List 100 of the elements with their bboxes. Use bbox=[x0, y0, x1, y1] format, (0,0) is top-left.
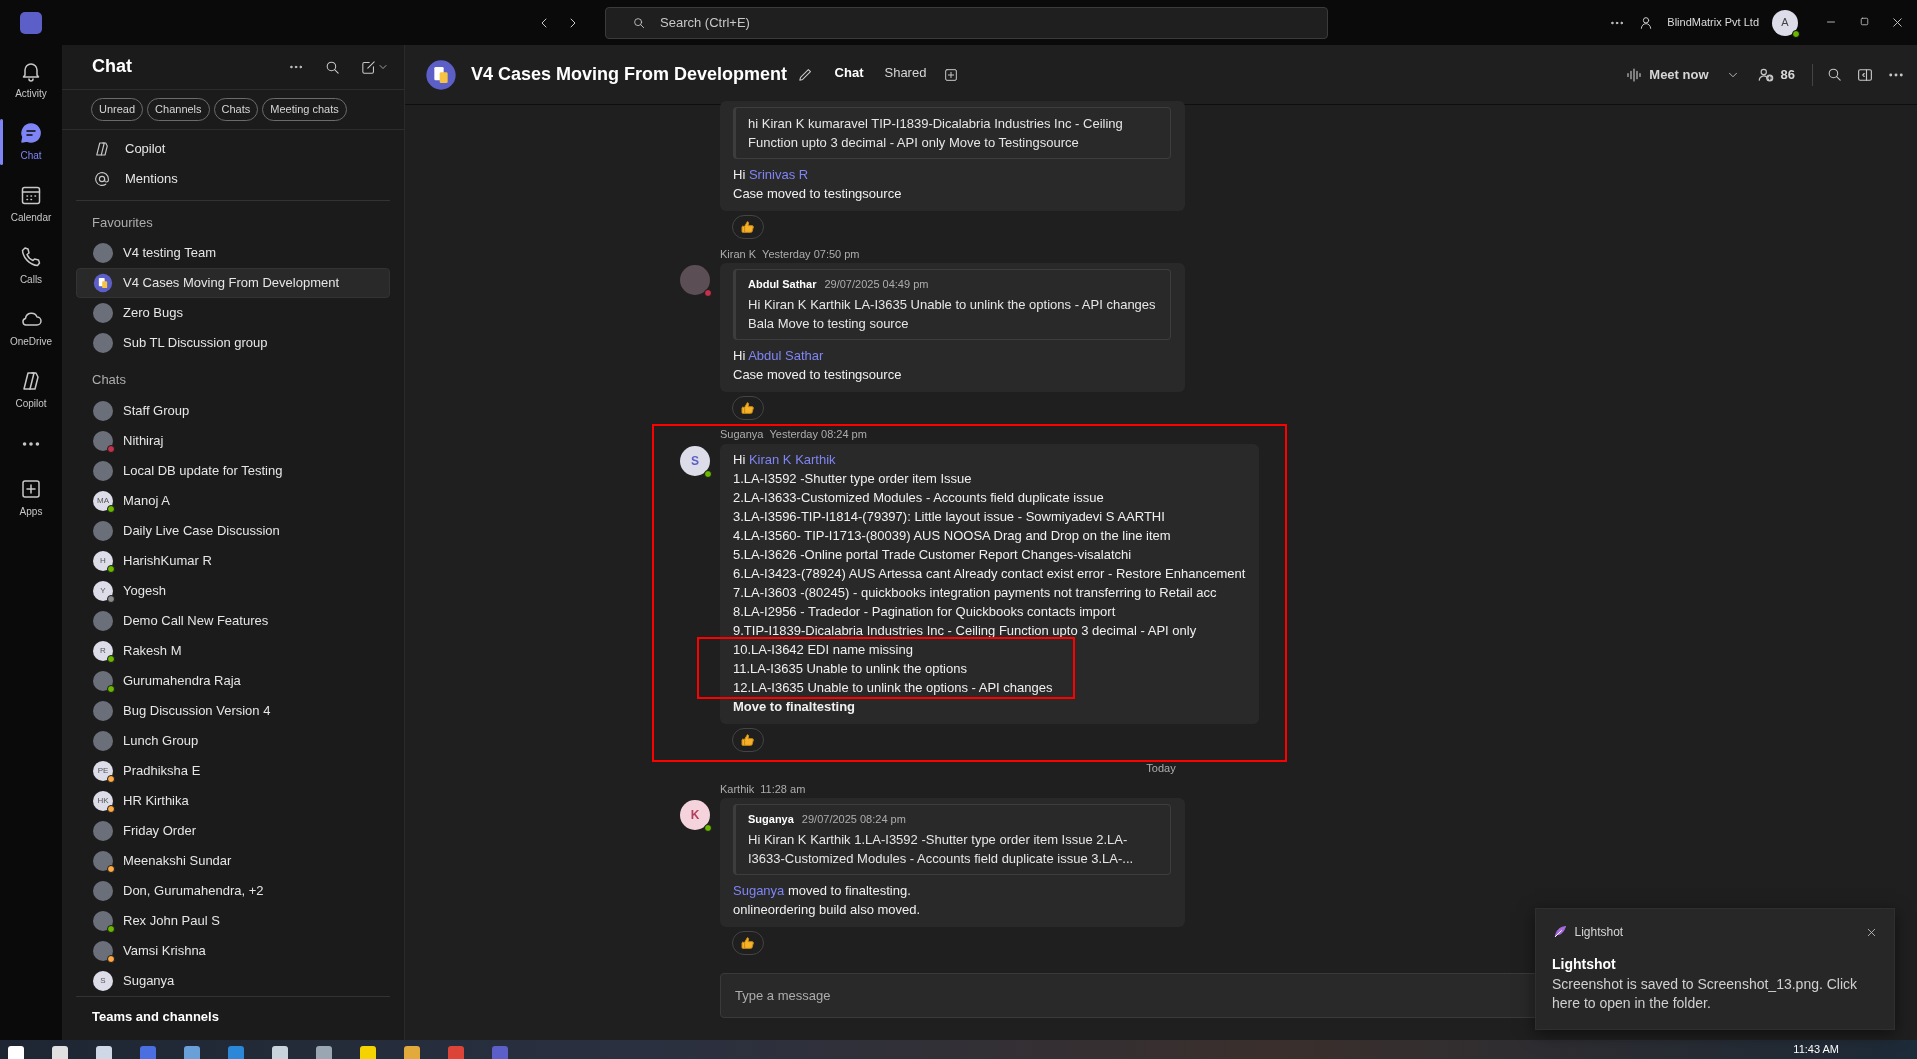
chat-list-item[interactable]: Vamsi Krishna bbox=[76, 935, 390, 966]
taskbar-app-icon[interactable] bbox=[360, 1045, 376, 1059]
chat-list-item[interactable]: Nithiraj bbox=[76, 425, 390, 456]
chat-list-item[interactable]: Rex John Paul S bbox=[76, 905, 390, 936]
message-text: 4.LA-I3560- TIP-I1713-(80039) AUS NOOSA Drag and Drop on the line item bbox=[733, 526, 1172, 545]
sidebar-item[interactable]: Mentions bbox=[76, 163, 390, 194]
chat-list-item[interactable]: V4 Cases Moving From Development bbox=[76, 268, 390, 298]
taskbar-app-icon[interactable] bbox=[272, 1045, 288, 1059]
teams-logo-icon bbox=[20, 11, 42, 34]
sidebar-title: Chat bbox=[92, 56, 133, 78]
quote-text: hi Kiran K kumaravel TIP-I1839-Dicalabria Industries Inc - Ceiling Function upto 3 decimal - API only Move to Testingsource bbox=[748, 115, 1124, 152]
chat-list-item[interactable]: Staff Group bbox=[76, 395, 390, 426]
message-text: 9.TIP-I1839-Dicalabria Industries Inc - Ceiling Function upto 3 decimal - API only bbox=[733, 621, 1198, 640]
chat-list-item[interactable]: Demo Call New Features bbox=[76, 605, 390, 636]
reaction-button[interactable] bbox=[732, 395, 764, 420]
rail-icon bbox=[19, 477, 43, 501]
chat-list-item[interactable]: Lunch Group bbox=[76, 725, 390, 756]
message-text: Case moved to testingsource bbox=[733, 365, 903, 384]
sidebar-item[interactable]: Copilot bbox=[76, 133, 390, 164]
thumbs-up-icon bbox=[740, 399, 756, 416]
at-sign-icon bbox=[93, 169, 111, 188]
chat-list-item[interactable]: V4 testing Team bbox=[76, 238, 390, 268]
chat-list-item[interactable]: Sub TL Discussion group bbox=[76, 328, 390, 358]
meet-now-button[interactable]: Meet now bbox=[1621, 60, 1713, 89]
chat-list-item[interactable]: HK HR Kirthika bbox=[76, 785, 390, 816]
chat-list-item[interactable]: Gurumahendra Raja bbox=[76, 665, 390, 696]
reaction-button[interactable] bbox=[732, 930, 764, 955]
rail-button[interactable]: Copilot bbox=[0, 363, 62, 417]
avatar: PE bbox=[93, 760, 113, 781]
chat-list-item[interactable]: MA Manoj A bbox=[76, 485, 390, 516]
mention-link[interactable]: Suganya bbox=[733, 882, 785, 898]
rail-button[interactable]: Calendar bbox=[0, 177, 62, 231]
message-text: Hi Abdul Sathar bbox=[733, 346, 825, 365]
organization-name[interactable]: BlindMatrix Pvt Ltd bbox=[1667, 14, 1759, 31]
chat-list-item[interactable]: Zero Bugs bbox=[76, 298, 390, 328]
avatar: MA bbox=[93, 490, 113, 511]
quote-text: Hi Kiran K Karthik LA-I3635 Unable to unlink the options - API changes Bala Move to testing source bbox=[748, 295, 1157, 333]
participants-button[interactable]: 86 bbox=[1752, 60, 1799, 89]
chat-list-item[interactable]: S Suganya bbox=[76, 965, 390, 996]
message-text: onlineordering build also moved. bbox=[733, 900, 922, 919]
section-heading: Favourites bbox=[91, 213, 154, 232]
tab[interactable]: Shared bbox=[880, 44, 931, 105]
avatar-placeholder bbox=[93, 730, 113, 751]
chat-list-item[interactable]: Local DB update for Testing bbox=[76, 455, 390, 486]
sender-name: Kiran K bbox=[720, 246, 757, 262]
taskbar-app-icon[interactable] bbox=[8, 1045, 24, 1059]
avatar: HK bbox=[93, 790, 113, 811]
copilot-icon bbox=[93, 139, 111, 158]
taskbar-app-icon[interactable] bbox=[96, 1045, 112, 1059]
mention-link[interactable]: Abdul Sathar bbox=[748, 347, 824, 363]
message-time: Yesterday 07:50 pm bbox=[762, 246, 860, 262]
taskbar-app-icon[interactable] bbox=[52, 1045, 68, 1059]
date-divider: Today bbox=[1145, 760, 1177, 776]
search-box[interactable]: Search (Ctrl+E) bbox=[605, 6, 1328, 39]
rail-button[interactable]: Calls bbox=[0, 239, 62, 293]
search-field[interactable]: Search (Ctrl+E) bbox=[658, 11, 1315, 34]
avatar: S bbox=[93, 970, 113, 991]
sender-name: Suganya bbox=[720, 427, 764, 443]
chat-list-item[interactable]: H HarishKumar R bbox=[76, 545, 390, 576]
close-icon[interactable] bbox=[1890, 15, 1905, 30]
chat-list-item[interactable]: Y Yogesh bbox=[76, 575, 390, 606]
mention-link[interactable]: Kiran K Karthik bbox=[748, 451, 836, 467]
rail-icon bbox=[19, 121, 43, 145]
avatar: Y bbox=[93, 580, 113, 601]
avatar: H bbox=[93, 550, 113, 571]
rail-button[interactable]: Activity bbox=[0, 53, 62, 107]
avatar-placeholder bbox=[93, 460, 113, 481]
add-tab-icon[interactable] bbox=[943, 66, 960, 83]
toast-message[interactable]: Screenshot is saved to Screenshot_13.png. Click here to open in the folder. bbox=[1552, 975, 1878, 1013]
avatar-placeholder bbox=[93, 520, 113, 541]
search-icon[interactable] bbox=[1826, 66, 1843, 83]
chat-list-item[interactable]: PE Pradhiksha E bbox=[76, 755, 390, 786]
chat-list-item[interactable]: Meenakshi Sundar bbox=[76, 845, 390, 876]
quote-author: Suganya bbox=[748, 812, 794, 827]
quote-time: 29/07/2025 08:24 pm bbox=[801, 812, 906, 827]
message-text: 8.LA-I2956 - Tradedor - Pagination for Quickbooks contacts import bbox=[733, 602, 1117, 621]
avatar-placeholder bbox=[93, 820, 113, 841]
user-avatar[interactable]: A bbox=[1772, 9, 1798, 36]
rail-button[interactable]: Apps bbox=[0, 471, 62, 525]
reaction-button[interactable] bbox=[732, 727, 764, 752]
chat-list-item[interactable]: R Rakesh M bbox=[76, 635, 390, 666]
rail-button[interactable]: Chat bbox=[0, 115, 62, 169]
taskbar-app-icon[interactable] bbox=[404, 1045, 420, 1059]
reaction-button[interactable] bbox=[732, 215, 764, 239]
chat-list-item[interactable]: Friday Order bbox=[76, 815, 390, 846]
message-text: 1.LA-I3592 -Shutter type order item Issue bbox=[733, 469, 973, 488]
thumbs-up-icon bbox=[740, 934, 756, 951]
search-icon bbox=[632, 15, 646, 30]
avatar-placeholder bbox=[93, 243, 113, 263]
new-chat-icon[interactable] bbox=[360, 58, 377, 76]
chat-list-item[interactable]: Don, Gurumahendra, +2 bbox=[76, 875, 390, 906]
message-text: 12.LA-I3635 Unable to unlink the options - API changes bbox=[733, 678, 1054, 697]
chat-list-item[interactable]: Bug Discussion Version 4 bbox=[76, 695, 390, 726]
mention-link[interactable]: Srinivas R bbox=[748, 167, 809, 182]
rail-button[interactable]: OneDrive bbox=[0, 301, 62, 355]
group-avatar-icon bbox=[93, 273, 113, 293]
taskbar-app-icon[interactable] bbox=[316, 1045, 332, 1059]
message-text: Suganya moved to finaltesting. bbox=[733, 881, 912, 900]
message-text: 6.LA-I3423-(78924) AUS Artessa cant Already contact exist error - Restore Enhancement bbox=[733, 564, 1246, 583]
chat-list-item[interactable]: Daily Live Case Discussion bbox=[76, 515, 390, 546]
